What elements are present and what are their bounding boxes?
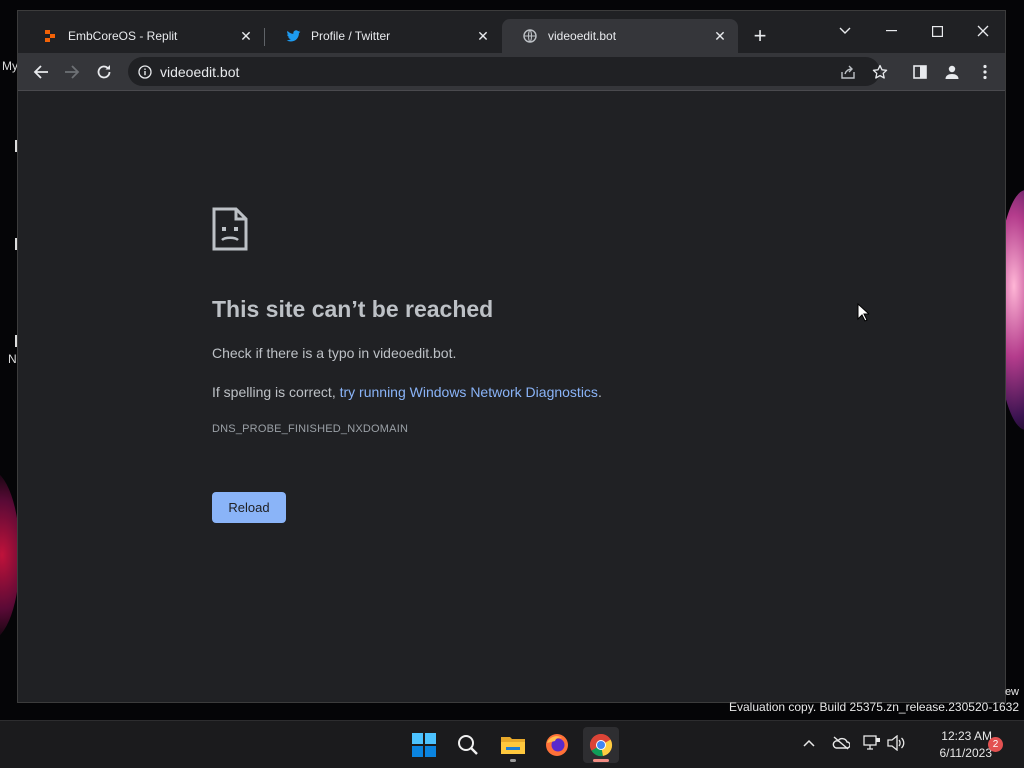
hint-prefix: If spelling is correct, (212, 384, 340, 400)
menu-button[interactable] (971, 58, 999, 86)
watermark-fragment: ew (1004, 686, 1019, 698)
close-window-button[interactable] (967, 17, 999, 45)
clock-date: 6/11/2023 (939, 746, 993, 760)
notification-badge[interactable]: 2 (988, 737, 1003, 752)
chevron-up-icon (803, 739, 815, 747)
desktop-icon-label[interactable]: N (8, 352, 17, 366)
tab-title: videoedit.bot (548, 29, 617, 43)
error-title: This site can’t be reached (212, 296, 494, 322)
replit-icon (42, 28, 58, 44)
onedrive-icon[interactable] (829, 731, 853, 755)
twitter-icon (285, 28, 301, 44)
volume-icon[interactable] (884, 731, 908, 755)
minimize-button[interactable] (875, 17, 907, 45)
chevron-down-icon (839, 27, 851, 34)
error-code: DNS_PROBE_FINISHED_NXDOMAIN (212, 423, 409, 435)
kebab-menu-icon (983, 64, 987, 80)
profile-button[interactable] (938, 58, 966, 86)
maximize-button[interactable] (921, 17, 953, 45)
back-button[interactable] (27, 58, 55, 86)
tab-strip: EmbCoreOS - Replit ✕ Profile / Twitter ✕… (18, 11, 1005, 53)
close-tab-icon[interactable]: ✕ (712, 28, 728, 44)
system-clock[interactable]: 12:23 AM 6/11/2023 (912, 728, 993, 762)
forward-button[interactable] (58, 58, 86, 86)
active-indicator (593, 759, 609, 762)
evaluation-watermark: Evaluation copy. Build 25375.zn_release.… (729, 700, 1019, 714)
error-typo-hint: Check if there is a typo in videoedit.bo… (212, 345, 457, 361)
network-icon[interactable] (860, 731, 884, 755)
share-icon (841, 65, 855, 79)
network-diagnostics-link[interactable]: try running Windows Network Diagnostics (340, 384, 598, 400)
arrow-right-icon (65, 65, 80, 79)
taskbar: 12:23 AM 6/11/2023 2 (0, 720, 1024, 768)
close-icon (977, 25, 989, 37)
bookmark-button[interactable] (866, 58, 894, 86)
maximize-icon (931, 25, 943, 37)
chrome-icon[interactable] (583, 727, 619, 763)
close-tab-icon[interactable]: ✕ (475, 28, 491, 44)
side-panel-button[interactable] (906, 58, 934, 86)
tab-search-button[interactable] (829, 17, 861, 45)
info-icon[interactable] (138, 64, 152, 79)
windows-start-icon[interactable] (406, 727, 442, 763)
star-icon (872, 64, 888, 79)
sad-document-icon (212, 207, 248, 256)
browser-toolbar: videoedit.bot (18, 53, 1005, 91)
arrow-left-icon (33, 65, 48, 79)
error-diagnostics-hint: If spelling is correct, try running Wind… (212, 384, 602, 400)
clock-time: 12:23 AM (941, 729, 992, 743)
tab-twitter[interactable]: Profile / Twitter ✕ (265, 19, 501, 53)
share-button[interactable] (834, 58, 862, 86)
error-page: This site can’t be reached Check if ther… (18, 91, 1005, 702)
browser-window: EmbCoreOS - Replit ✕ Profile / Twitter ✕… (17, 10, 1006, 703)
hint-suffix: . (597, 384, 602, 400)
reload-toolbar-button[interactable] (90, 58, 118, 86)
desktop-icon-label[interactable]: My (2, 59, 18, 73)
address-text[interactable]: videoedit.bot (160, 64, 239, 80)
person-icon (945, 65, 959, 79)
tab-replit[interactable]: EmbCoreOS - Replit ✕ (22, 19, 264, 53)
tab-title: Profile / Twitter (311, 29, 391, 43)
new-tab-button[interactable]: + (748, 25, 772, 49)
side-panel-icon (913, 65, 927, 79)
address-bar[interactable]: videoedit.bot (128, 57, 880, 86)
show-hidden-icons-button[interactable] (797, 731, 821, 755)
firefox-icon[interactable] (539, 727, 575, 763)
running-indicator (510, 759, 516, 762)
reload-button[interactable]: Reload (212, 492, 286, 523)
minimize-icon (885, 30, 897, 32)
tab-title: EmbCoreOS - Replit (68, 29, 178, 43)
file-explorer-icon[interactable] (495, 727, 531, 763)
search-icon[interactable] (450, 727, 486, 763)
close-tab-icon[interactable]: ✕ (238, 28, 254, 44)
mouse-pointer-icon (857, 302, 871, 327)
refresh-icon (97, 65, 111, 79)
tab-videoedit[interactable]: videoedit.bot ✕ (502, 19, 738, 53)
globe-icon (522, 28, 538, 44)
